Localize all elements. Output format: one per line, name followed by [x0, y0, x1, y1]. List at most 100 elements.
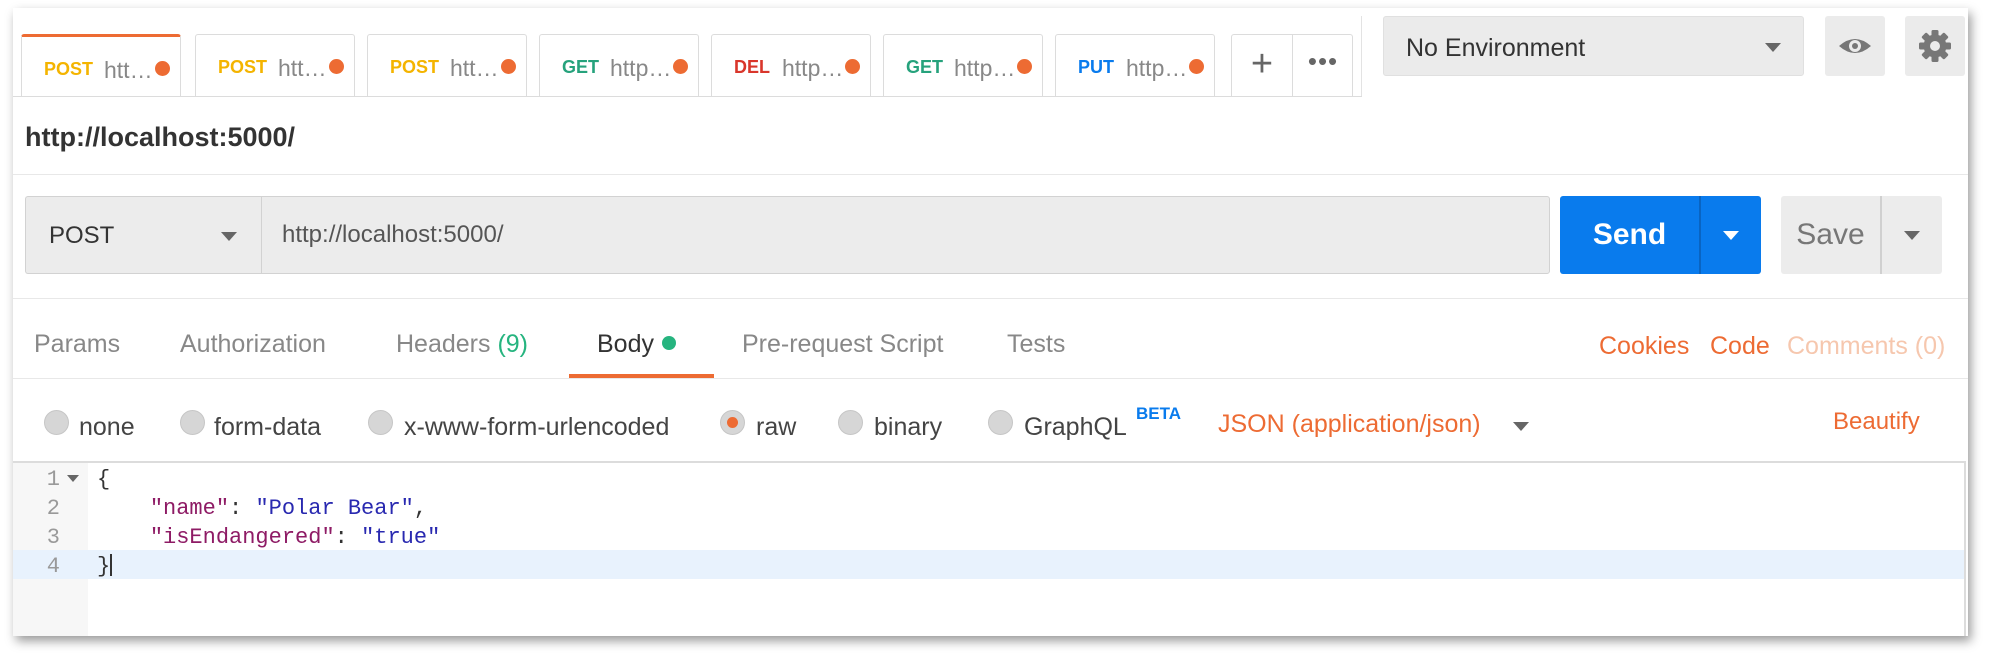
- settings-button[interactable]: [1905, 16, 1965, 76]
- unsaved-dot-icon: [845, 59, 860, 74]
- content-type-label: JSON (application/json): [1218, 410, 1481, 438]
- tab-url: http…: [782, 55, 844, 81]
- divider: [13, 96, 1362, 97]
- radio-raw-label[interactable]: raw: [756, 413, 796, 442]
- radio-urlencoded[interactable]: [368, 410, 393, 435]
- tab-method: POST: [44, 59, 94, 79]
- tab-actions: + •••: [1231, 34, 1353, 96]
- save-button[interactable]: Save: [1781, 196, 1880, 274]
- chevron-down-icon[interactable]: [1513, 422, 1529, 431]
- tab-headers-label: Headers: [396, 330, 491, 358]
- radio-graphql[interactable]: [988, 410, 1013, 435]
- fold-toggle-icon[interactable]: [67, 475, 79, 482]
- comments-link[interactable]: Comments (0): [1787, 332, 1945, 361]
- beta-badge: BETA: [1136, 404, 1182, 423]
- active-line-highlight: [13, 550, 1964, 579]
- radio-form-data-label[interactable]: form-data: [214, 413, 321, 442]
- tab-body-label: Body: [597, 330, 654, 358]
- tab-authorization[interactable]: Authorization: [180, 330, 326, 359]
- request-tab[interactable]: DEL http…: [711, 34, 871, 96]
- line-number: 1: [46, 467, 60, 492]
- radio-raw[interactable]: [720, 410, 745, 435]
- tab-headers[interactable]: Headers (9): [396, 330, 528, 359]
- tab-method: POST: [218, 57, 268, 77]
- json-colon: :: [334, 525, 362, 550]
- radio-form-data[interactable]: [180, 410, 205, 435]
- json-value: "true": [361, 525, 441, 550]
- request-tab[interactable]: POST htt…: [367, 34, 527, 96]
- method-label: POST: [49, 222, 115, 249]
- request-tab[interactable]: POST htt…: [21, 34, 181, 96]
- code-line: "name": "Polar Bear",: [97, 496, 427, 521]
- tab-url: htt…: [104, 57, 153, 83]
- unsaved-dot-icon: [1017, 59, 1032, 74]
- line-number: 4: [46, 554, 60, 579]
- send-options-button[interactable]: [1699, 196, 1761, 274]
- environment-quick-look-button[interactable]: [1825, 16, 1885, 76]
- json-colon: :: [229, 496, 256, 521]
- text-cursor: [110, 554, 113, 576]
- divider: [13, 378, 1968, 379]
- tab-url: http…: [954, 55, 1016, 81]
- chevron-down-icon: [1723, 231, 1739, 240]
- json-key: "name": [149, 496, 230, 521]
- chevron-down-icon: [1904, 231, 1920, 240]
- radio-urlencoded-label[interactable]: x-www-form-urlencoded: [404, 413, 669, 442]
- unsaved-dot-icon: [1189, 59, 1204, 74]
- postman-window: POST htt… POST htt… POST htt… GET http… …: [13, 8, 1968, 636]
- more-horizontal-icon[interactable]: •••: [1293, 35, 1353, 96]
- unsaved-dot-icon: [155, 61, 170, 76]
- unsaved-dot-icon: [501, 59, 516, 74]
- status-dot-icon: [661, 336, 676, 350]
- radio-none-label[interactable]: none: [79, 413, 135, 442]
- line-number: 3: [46, 525, 60, 550]
- tab-url: http…: [610, 55, 672, 81]
- environment-label: No Environment: [1406, 34, 1586, 62]
- divider: [1361, 16, 1362, 96]
- tab-pre-request-script[interactable]: Pre-request Script: [742, 330, 943, 359]
- request-tab[interactable]: GET http…: [539, 34, 699, 96]
- tab-params[interactable]: Params: [34, 330, 120, 359]
- tab-tests[interactable]: Tests: [1007, 330, 1065, 359]
- tab-method: POST: [390, 57, 440, 77]
- url-input[interactable]: [261, 196, 1550, 274]
- request-tab[interactable]: POST htt…: [195, 34, 355, 96]
- body-editor[interactable]: 1 2 3 4 { "name": "Polar Bear", "isEndan…: [13, 461, 1966, 636]
- radio-binary[interactable]: [838, 410, 863, 435]
- environment-select[interactable]: No Environment: [1383, 16, 1804, 76]
- chevron-down-icon: [1765, 43, 1781, 52]
- radio-graphql-label[interactable]: GraphQL: [1024, 413, 1127, 442]
- request-tab[interactable]: GET http…: [883, 34, 1043, 96]
- code-link[interactable]: Code: [1710, 332, 1770, 361]
- json-value: "Polar Bear": [255, 496, 414, 521]
- tab-body[interactable]: Body: [597, 330, 676, 359]
- content-type-select[interactable]: JSON (application/json): [1218, 410, 1481, 439]
- radio-none[interactable]: [44, 410, 69, 435]
- eye-icon: [1839, 39, 1871, 53]
- save-options-button[interactable]: [1880, 196, 1942, 274]
- tab-method: PUT: [1078, 57, 1114, 77]
- tab-method: GET: [906, 57, 944, 77]
- open-brace: {: [97, 467, 111, 492]
- request-tab[interactable]: PUT http…: [1055, 34, 1215, 96]
- radio-binary-label[interactable]: binary: [874, 413, 942, 442]
- tab-method: GET: [562, 57, 600, 77]
- headers-count-badge: (9): [497, 330, 529, 358]
- close-brace: }: [97, 554, 111, 579]
- json-comma: ,: [413, 496, 428, 521]
- code-line: {: [97, 467, 110, 492]
- divider: [13, 174, 1968, 175]
- divider: [13, 298, 1968, 299]
- chevron-down-icon: [221, 232, 237, 241]
- plus-icon[interactable]: +: [1232, 35, 1292, 96]
- tab-method: DEL: [734, 57, 770, 77]
- unsaved-dot-icon: [673, 59, 688, 74]
- beautify-link[interactable]: Beautify: [1833, 408, 1920, 436]
- gear-icon: [1919, 30, 1951, 62]
- line-number: 2: [46, 496, 60, 521]
- cookies-link[interactable]: Cookies: [1599, 332, 1689, 361]
- method-select[interactable]: POST: [25, 196, 261, 274]
- code-line: }: [97, 554, 113, 579]
- json-key: "isEndangered": [149, 525, 335, 550]
- send-button[interactable]: Send: [1560, 196, 1699, 274]
